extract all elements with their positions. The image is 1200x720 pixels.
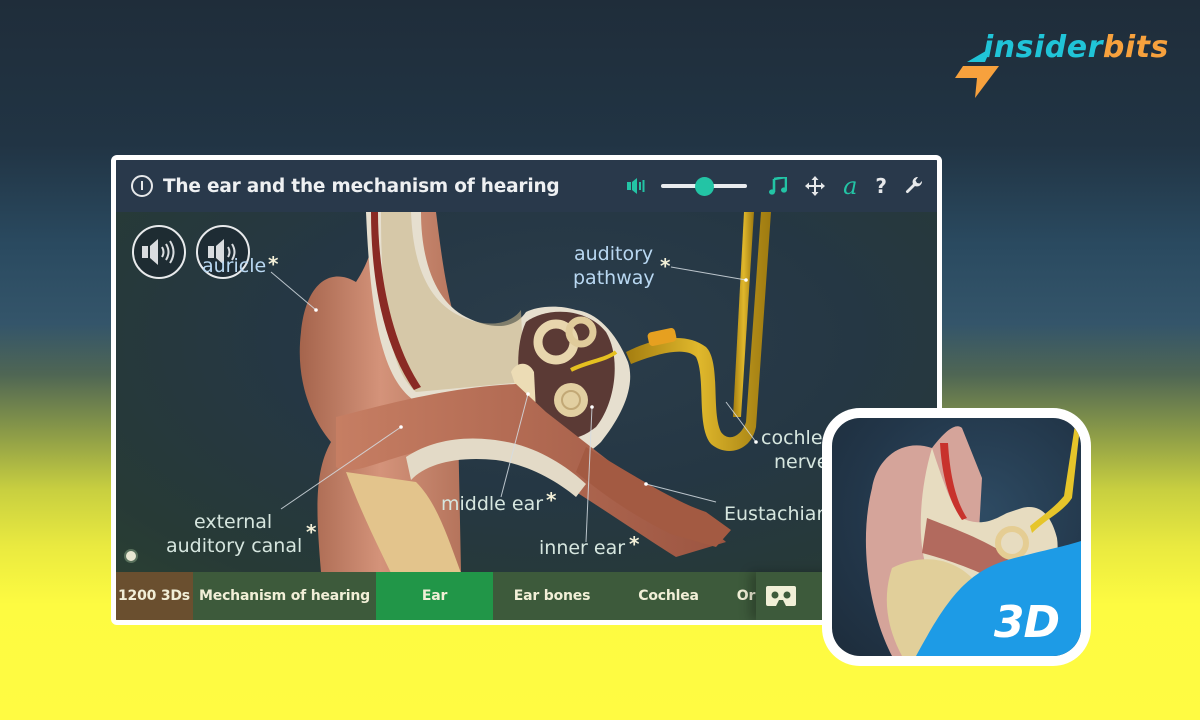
nav-item-mechanism-of-hearing[interactable]: Mechanism of hearing [193,572,376,620]
window-title: The ear and the mechanism of hearing [163,175,560,197]
app-window: The ear and the mechanism of hearing a ?… [111,155,942,625]
scene-navigation-bar: 1200 3Ds Mechanism of hearing Ear Ear bo… [116,572,937,620]
vr-headset-icon [766,586,796,606]
move-arrows-icon[interactable] [805,176,826,196]
toolbar: a ? [609,160,923,212]
logo-wordmark: insiderbits [983,30,1169,65]
nav-item-cochlea[interactable]: Cochlea [611,572,726,620]
logo-text-bits: bits [1102,30,1169,65]
nav-item-ear[interactable]: Ear [376,572,493,620]
3d-badge-label: 3D [993,597,1060,648]
volume-icon[interactable] [627,178,647,194]
middle-ear-asterisk[interactable]: * [546,488,556,512]
label-auditory-pathway-line1[interactable]: auditory [574,242,653,266]
external-canal-asterisk[interactable]: * [306,520,316,544]
insiderbits-logo: insiderbits [955,30,1168,98]
inner-ear-asterisk[interactable]: * [629,532,639,556]
label-external-auditory-canal-line1[interactable]: external [194,510,272,534]
help-icon[interactable]: ? [875,174,887,198]
view-indicator-dot[interactable] [124,549,138,563]
title-bar: The ear and the mechanism of hearing a ? [116,160,937,212]
nav-item-ear-bones[interactable]: Ear bones [493,572,611,620]
nav-item-1200-3ds[interactable]: 1200 3Ds [116,572,193,620]
wrench-icon[interactable] [905,177,923,195]
info-icon[interactable] [131,175,153,197]
app-icon-artwork: 3D [832,418,1081,656]
3d-viewport[interactable]: auricle * auditory pathway * cochlear ne… [116,212,937,573]
label-external-auditory-canal-line2[interactable]: auditory canal [166,534,302,558]
cochlea-shape [554,383,588,417]
label-middle-ear[interactable]: middle ear [441,492,543,516]
logo-text-insider: insider [983,30,1103,65]
volume-slider[interactable] [661,176,748,196]
volume-slider-thumb[interactable] [695,177,715,196]
label-inner-ear[interactable]: inner ear [539,536,625,560]
label-cochlear-nerve-line2[interactable]: nerve [774,450,828,474]
auricle-asterisk[interactable]: * [268,252,278,276]
label-eustachian-tube[interactable]: Eustachian [724,502,829,526]
auditory-pathway-asterisk[interactable]: * [660,254,670,278]
label-auricle[interactable]: auricle [202,254,266,278]
app-icon-ear-3d: 3D [822,408,1091,666]
label-auditory-pathway-line2[interactable]: pathway [573,266,655,290]
audio-narration-button-full[interactable] [132,225,186,279]
font-a-icon[interactable]: a [843,172,857,200]
speaker-loud-icon [142,239,175,265]
music-note-icon[interactable] [769,177,788,195]
